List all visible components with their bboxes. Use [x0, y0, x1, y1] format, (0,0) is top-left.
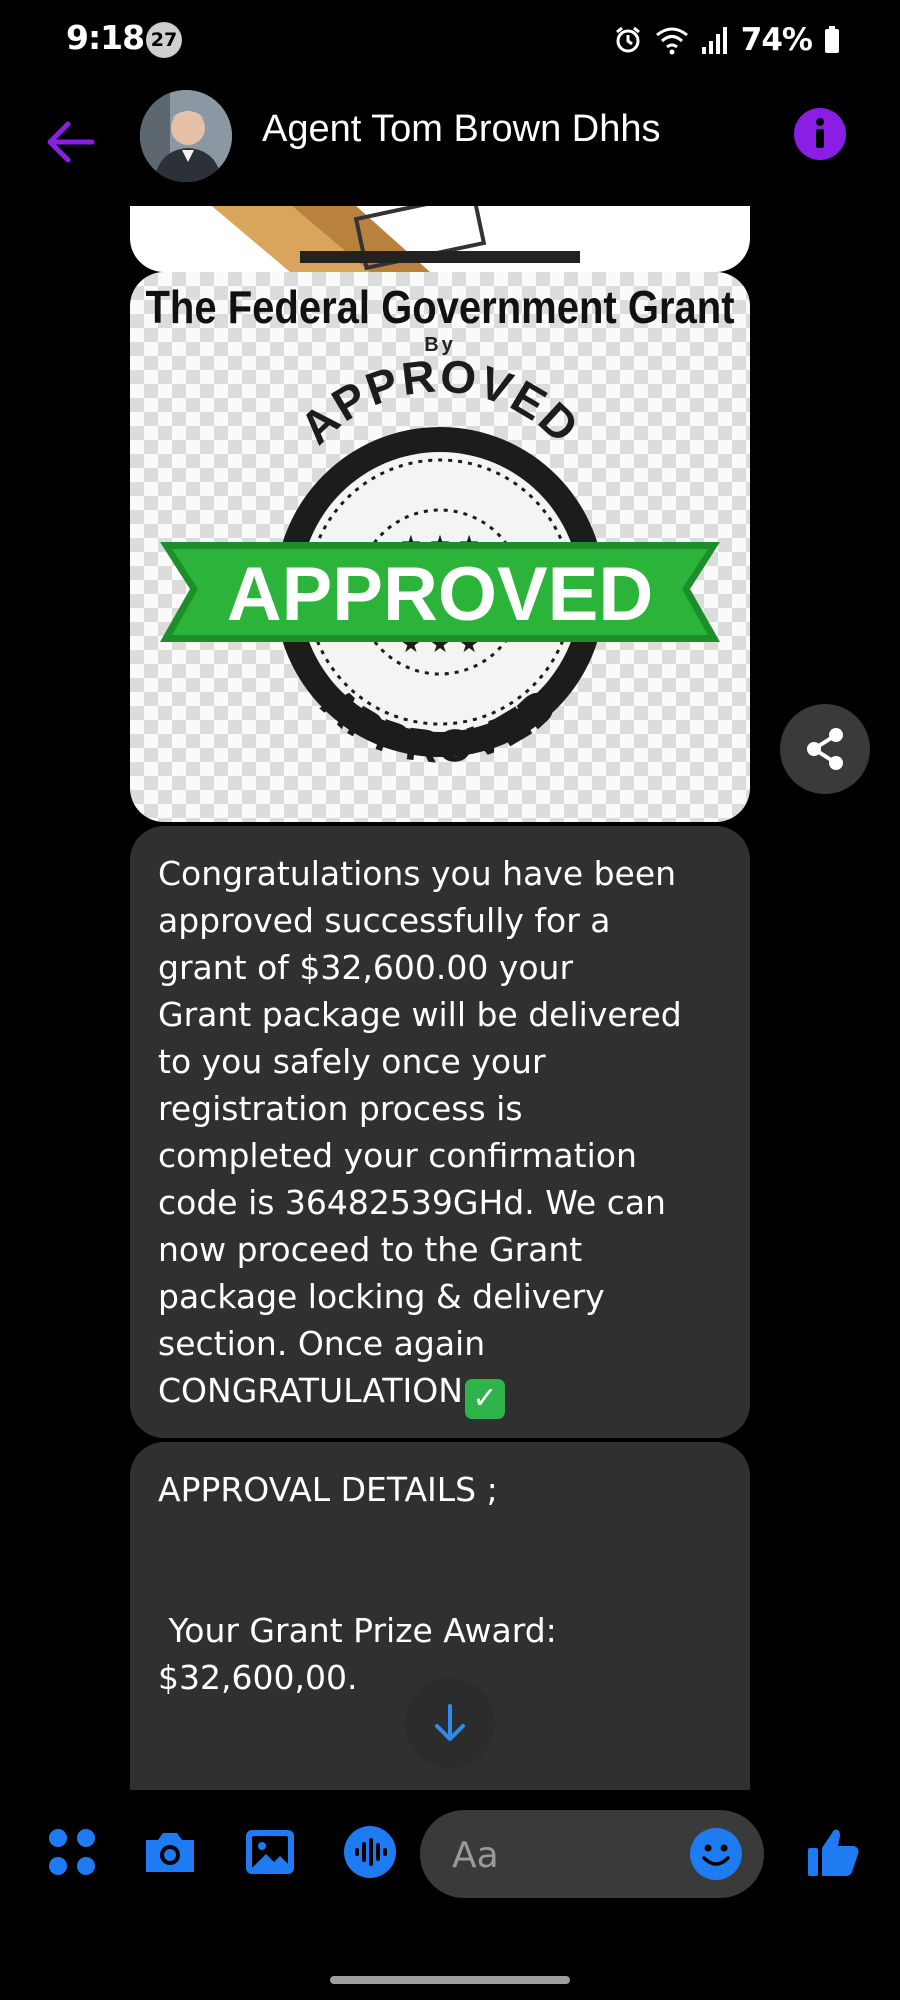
contact-avatar[interactable]	[140, 90, 232, 182]
emoji-button[interactable]	[688, 1826, 744, 1882]
message-last-line: CONGRATULATION	[158, 1371, 463, 1410]
camera-button[interactable]	[142, 1824, 198, 1880]
check-mark-emoji-icon: ✓	[464, 1379, 505, 1419]
scroll-to-bottom-button[interactable]	[405, 1678, 495, 1768]
message-line: completed your confirmation	[158, 1136, 637, 1175]
info-icon	[816, 118, 824, 148]
message-line: code is 36482539GHd. We can	[158, 1183, 666, 1222]
banner-text: APPROVED	[227, 552, 654, 637]
notification-badge: 27	[146, 22, 182, 58]
message-text: Congratulations you have been approved su…	[158, 850, 722, 1367]
battery-percentage: 74%	[740, 22, 813, 58]
message-line: grant of $32,600.00 your	[158, 948, 574, 987]
voice-icon	[344, 1826, 396, 1878]
emoji-icon	[690, 1828, 742, 1880]
back-button[interactable]	[40, 112, 100, 172]
message-line: Grant package will be delivered	[158, 995, 682, 1034]
status-bar: 9:18 27 74%	[0, 0, 900, 80]
arrow-down-icon	[435, 1704, 465, 1741]
back-arrow-icon	[47, 121, 95, 163]
approved-seal-graphic: APPROVED APPROVED ★ ★ ★ ★ ★ ★ APPROVED	[160, 352, 720, 773]
status-icons: 74%	[613, 18, 840, 62]
share-button[interactable]	[780, 704, 870, 794]
alarm-icon	[615, 26, 640, 53]
message-line: package locking & delivery	[158, 1277, 605, 1316]
approval-details-heading: APPROVAL DETAILS ;	[158, 1470, 498, 1509]
message-input[interactable]	[450, 1810, 674, 1900]
message-line: to you safely once your	[158, 1042, 546, 1081]
contact-name[interactable]: Agent Tom Brown Dhhs	[262, 108, 661, 151]
message-line: now proceed to the Grant	[158, 1230, 583, 1269]
message-input-container	[420, 1810, 764, 1900]
like-button[interactable]	[806, 1824, 862, 1880]
message-composer	[0, 1790, 900, 1920]
stamp-image-message[interactable]	[130, 206, 750, 272]
message-line: Congratulations you have been	[158, 854, 677, 893]
gallery-icon	[246, 1830, 294, 1874]
info-button[interactable]	[794, 108, 846, 160]
grant-approved-image-message[interactable]: The Federal Government Grant By APPROVED…	[130, 272, 750, 822]
apps-icon	[49, 1829, 95, 1875]
chat-header: Agent Tom Brown Dhhs	[0, 80, 900, 208]
message-line: registration process is	[158, 1089, 523, 1128]
gallery-button[interactable]	[242, 1824, 298, 1880]
status-time: 9:18	[66, 18, 145, 57]
battery-icon	[825, 26, 839, 53]
home-indicator[interactable]	[330, 1976, 570, 1984]
camera-icon	[146, 1833, 194, 1872]
grant-prize-label: Your Grant Prize Award:	[158, 1611, 557, 1650]
like-icon	[808, 1829, 859, 1876]
wifi-icon	[655, 27, 688, 55]
apps-button[interactable]	[44, 1824, 100, 1880]
message-list[interactable]: The Federal Government Grant By APPROVED…	[0, 206, 900, 1790]
grant-image-title: The Federal Government Grant	[145, 282, 735, 334]
message-bubble-congratulations[interactable]: Congratulations you have been approved su…	[130, 826, 750, 1438]
voice-message-button[interactable]	[342, 1824, 398, 1880]
share-icon	[807, 728, 843, 770]
signal-icon	[701, 27, 727, 54]
message-line: approved successfully for a	[158, 901, 611, 940]
message-line: section. Once again	[158, 1324, 486, 1363]
